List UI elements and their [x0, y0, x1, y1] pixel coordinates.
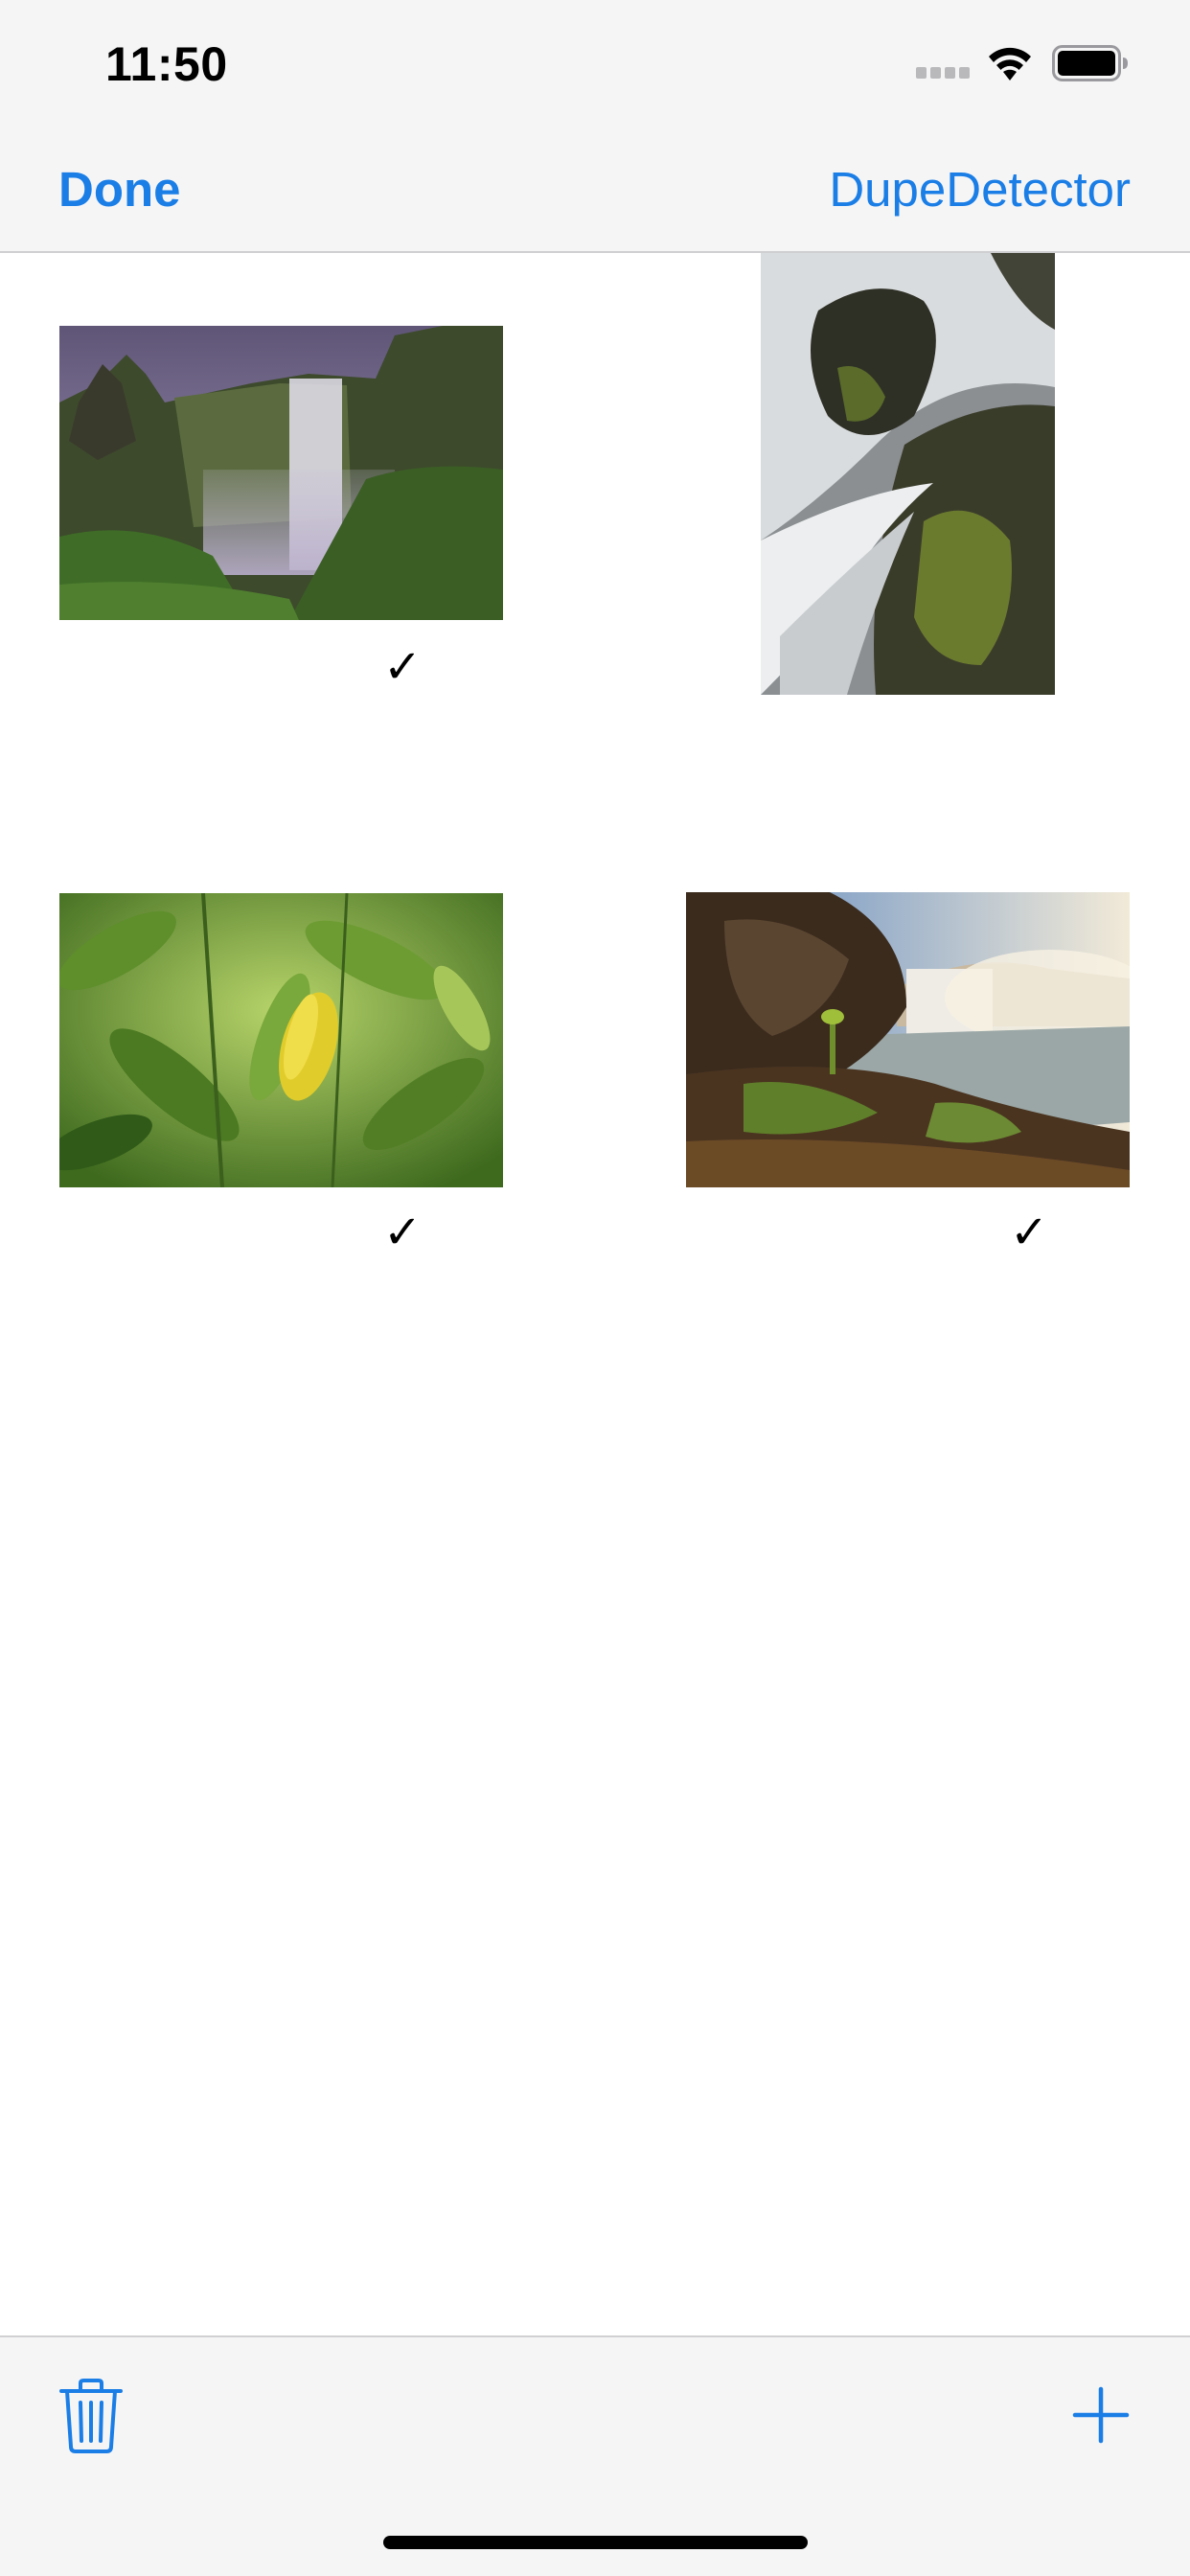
- nav-title: DupeDetector: [829, 162, 1131, 217]
- status-time: 11:50: [105, 37, 228, 91]
- green-leaves-photo[interactable]: [59, 893, 503, 1187]
- waterfall-valley-photo[interactable]: [59, 326, 503, 620]
- home-indicator[interactable]: [383, 2536, 808, 2549]
- selected-checkmark: ✓: [383, 1206, 423, 1259]
- plus-icon[interactable]: [1071, 2385, 1131, 2445]
- battery-icon: [1052, 45, 1128, 81]
- selected-checkmark: ✓: [383, 640, 423, 694]
- navigation-bar: Done DupeDetector: [0, 126, 1190, 253]
- status-bar: 11:50: [0, 0, 1190, 126]
- trash-icon[interactable]: [57, 2378, 125, 2454]
- waterfall-rocks-photo[interactable]: [761, 253, 1055, 695]
- cellular-signal-icon: [916, 67, 972, 80]
- waterfall-cliff-photo[interactable]: [686, 892, 1130, 1187]
- wifi-icon: [989, 47, 1031, 80]
- selected-checkmark: ✓: [1010, 1206, 1049, 1259]
- done-button[interactable]: Done: [58, 161, 181, 218]
